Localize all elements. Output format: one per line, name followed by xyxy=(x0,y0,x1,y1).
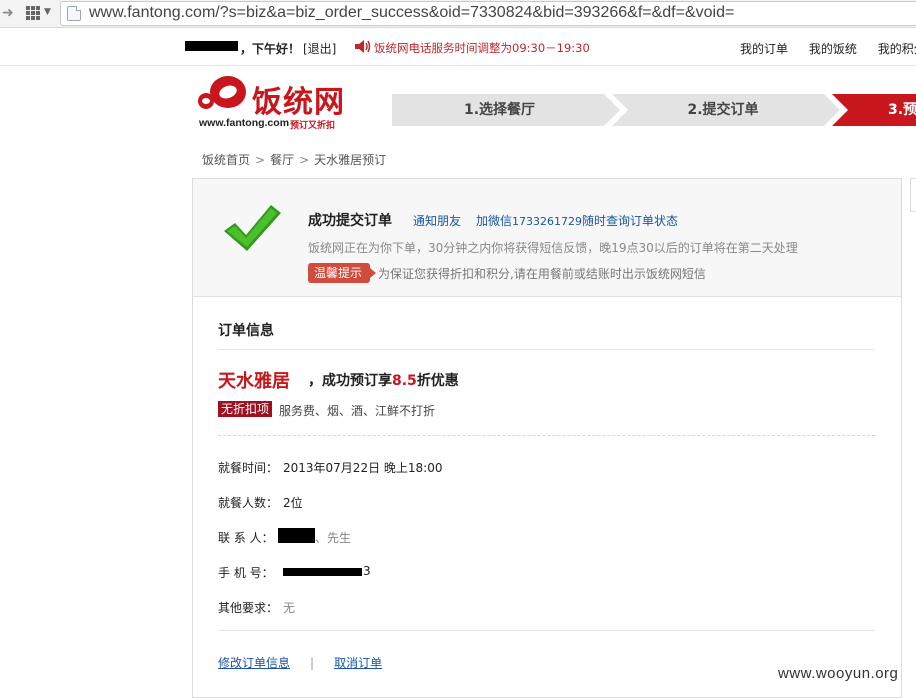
url-text[interactable]: www.fantong.com/?s=biz&a=biz_order_succe… xyxy=(89,4,734,22)
contact-label: 联 系 人： xyxy=(218,531,274,545)
party-size-value: 2位 xyxy=(283,496,303,510)
modify-order-link[interactable]: 修改订单信息 xyxy=(218,656,290,670)
wechat-query-text[interactable]: 加微信1733261729随时查询订单状态 xyxy=(476,212,678,229)
greeting-text: ，下午好！ xyxy=(240,42,301,56)
success-box: 成功提交订单 通知朋友 加微信1733261729随时查询订单状态 饭统网正在为… xyxy=(193,179,901,297)
order-actions: 修改订单信息 | 取消订单 xyxy=(218,654,382,671)
process-description: 饭统网正在为你下单，30分钟之内你将获得短信反馈，晚19点30以后的订单将在第二… xyxy=(308,241,798,255)
breadcrumb-current: 天水雅居预订 xyxy=(314,153,387,167)
my-orders-link[interactable]: 我的订单 xyxy=(740,42,788,56)
restaurant-name: 天水雅居 xyxy=(218,371,290,392)
chevron-right-icon: > xyxy=(299,153,310,167)
wechat-prefix: 加微信 xyxy=(476,214,513,228)
chevron-right-icon: > xyxy=(255,153,266,167)
notify-friends-link[interactable]: 通知朋友 xyxy=(413,212,461,229)
my-points-link[interactable]: 我的积分 xyxy=(878,42,916,56)
dining-time-value: 2013年07月22日 晚上18:00 xyxy=(283,461,443,475)
tip-text: 为保证您获得折扣和积分,请在用餐前或结账时出示饭统网短信 xyxy=(378,267,706,281)
redacted-phone-number xyxy=(283,568,362,576)
browser-address-bar: ➜ ▼ www.fantong.com/?s=biz&a=biz_order_s… xyxy=(0,0,916,28)
top-links: 我的订单 我的饭统 我的积分 xyxy=(740,40,916,57)
phone-label: 手 机 号： xyxy=(218,566,274,580)
step-submit-order: 2.提交订单 xyxy=(687,102,759,118)
no-discount-badge: 无折扣项 xyxy=(218,401,273,417)
success-title: 成功提交订单 xyxy=(308,213,392,229)
other-requests-value: 无 xyxy=(283,601,296,615)
order-panel: 成功提交订单 通知朋友 加微信1733261729随时查询订单状态 饭统网正在为… xyxy=(192,178,902,698)
page-icon xyxy=(67,6,81,21)
top-utility-bar: ，下午好！ [退出] 饭统网电话服务时间调整为09:30－19:30 我的订单 … xyxy=(0,29,916,66)
step-booking-success: 3.预 xyxy=(888,102,916,118)
discount-suffix: 折优惠 xyxy=(416,373,459,389)
wechat-number: 1733261729 xyxy=(512,215,583,228)
logo-domain: www.fantong.com xyxy=(199,117,290,129)
divider xyxy=(218,349,875,350)
logo-mark-icon xyxy=(198,76,246,109)
my-fantong-link[interactable]: 我的饭统 xyxy=(809,42,857,56)
discount-rate: 8.5 xyxy=(392,373,417,389)
logout-link[interactable]: [退出] xyxy=(303,40,336,57)
order-steps: 1.选择餐厅 2.提交订单 3.预 xyxy=(392,94,916,126)
site-logo[interactable]: 饭统网 www.fantong.com 预订又折扣 xyxy=(196,74,356,131)
redacted-username xyxy=(185,41,238,51)
redacted-contact-name xyxy=(278,528,315,543)
tip-badge: 温馨提示 xyxy=(308,263,377,283)
watermark: www.wooyun.org xyxy=(778,665,899,682)
service-hours-notice: 饭统网电话服务时间调整为09:30－19:30 xyxy=(374,41,590,55)
no-discount-text: 服务费、烟、酒、江鲜不打折 xyxy=(279,404,436,418)
cancel-order-link[interactable]: 取消订单 xyxy=(334,656,382,670)
breadcrumb-restaurants[interactable]: 餐厅 xyxy=(270,153,294,167)
apps-grid-icon[interactable] xyxy=(26,6,40,20)
link-separator: | xyxy=(310,656,315,670)
divider xyxy=(218,630,875,631)
discount-text: ，成功预订享8.5折优惠 xyxy=(308,370,459,390)
order-info-heading: 订单信息 xyxy=(218,323,274,339)
back-arrow-icon[interactable]: ➜ xyxy=(2,5,14,21)
dining-time-label: 就餐时间： xyxy=(218,461,279,475)
side-panel-edge xyxy=(910,178,916,212)
phone-suffix: 3 xyxy=(363,564,371,578)
logo-slogan: 预订又折扣 xyxy=(290,121,336,131)
step-select-restaurant: 1.选择餐厅 xyxy=(463,102,536,118)
discount-prefix: ，成功预订享 xyxy=(308,373,392,389)
breadcrumb: 饭统首页 > 餐厅 > 天水雅居预订 xyxy=(202,151,386,168)
party-size-label: 就餐人数： xyxy=(218,496,279,510)
contact-suffix: 、先生 xyxy=(315,531,352,545)
breadcrumb-home[interactable]: 饭统首页 xyxy=(202,153,250,167)
divider-dashed xyxy=(218,435,875,436)
logo-title: 饭统网 xyxy=(252,85,345,120)
dropdown-arrow-icon[interactable]: ▼ xyxy=(44,7,51,17)
speaker-icon xyxy=(355,40,371,53)
other-requests-label: 其他要求： xyxy=(218,601,279,615)
url-input[interactable]: www.fantong.com/?s=biz&a=biz_order_succe… xyxy=(60,1,916,26)
checkmark-icon xyxy=(224,205,281,251)
wechat-suffix: 随时查询订单状态 xyxy=(582,214,679,228)
